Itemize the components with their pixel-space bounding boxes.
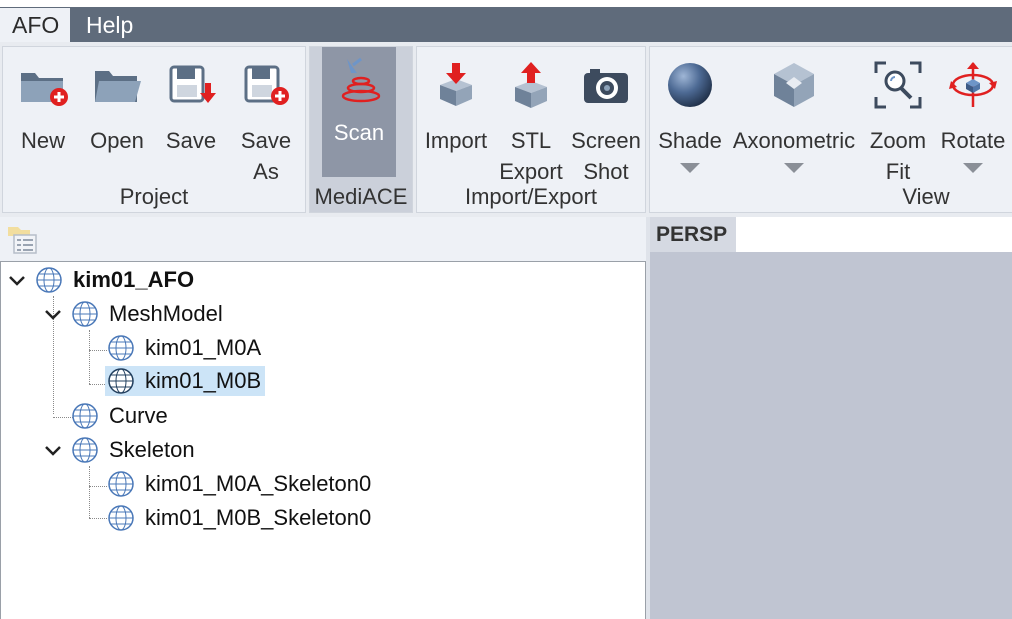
tree-node-curve[interactable]: Curve [71,401,172,431]
tree-node-meshmodel[interactable]: MeshModel [71,299,227,329]
tree-node-label: MeshModel [109,301,223,326]
rotate-label: Rotate [940,128,1006,153]
tree-node-label: Curve [109,403,168,428]
camera-icon [584,69,628,103]
tree-node-m0a[interactable]: kim01_M0A [107,333,265,363]
axonometric-button[interactable]: Axonometric [728,55,860,185]
chevron-down-icon[interactable] [43,305,63,325]
tree-node-label: kim01_M0B [145,368,262,393]
open-label: Open [90,128,144,153]
screen-shot-button[interactable]: Screen Shot [569,55,643,185]
stl-export-button[interactable]: STL Export [495,55,567,185]
open-folder-icon [95,71,141,102]
export-box-icon [515,62,547,108]
globe-mesh-icon [108,471,134,497]
axonometric-cube-icon [774,63,814,107]
tree-node-skeleton[interactable]: Skeleton [71,435,199,465]
save-as-label-line1: Save [240,128,292,153]
ribbon: New Open Save Save As Project Scan MediA… [0,42,1012,217]
axonometric-label: Axonometric [732,128,856,153]
tree-connector [53,417,73,418]
shade-label: Shade [658,128,722,153]
globe-mesh-icon [72,403,98,429]
globe-mesh-icon [72,437,98,463]
globe-mesh-icon [72,301,98,327]
tree-node-label: kim01_AFO [73,267,195,292]
open-button[interactable]: Open [81,55,153,185]
import-button[interactable]: Import [419,55,493,185]
menu-help[interactable]: Help [74,8,145,42]
screen-shot-label-line1: Screen [571,128,641,153]
tree-node-m0b-skeleton[interactable]: kim01_M0B_Skeleton0 [107,503,375,533]
import-box-icon [440,63,472,106]
save-button[interactable]: Save [155,55,227,185]
stl-export-label-line1: STL [510,128,552,153]
tab-persp[interactable]: PERSP [650,217,736,252]
zoom-fit-label-line1: Zoom [869,128,927,153]
tree-node-label: kim01_M0B_Skeleton0 [145,505,372,530]
group-project: New Open Save Save As Project [2,46,306,213]
new-folder-icon [21,73,68,106]
properties-icon[interactable] [6,225,38,255]
scan-button[interactable]: Scan [322,47,396,177]
shade-sphere-icon [668,63,712,107]
new-label: New [20,128,65,153]
tree-node-m0b[interactable]: kim01_M0B [105,366,266,396]
tree-connector [89,518,107,519]
tree-node-root[interactable]: kim01_AFO [35,265,198,295]
stl-export-label-line2: Export [499,159,563,184]
save-as-disk-icon [244,65,289,105]
group-mediace-label: MediACE [314,184,408,209]
rotate-icon [949,62,997,107]
new-button[interactable]: New [7,55,79,185]
zoom-fit-label-line2: Fit [885,159,911,184]
save-label: Save [165,128,217,153]
tree-connector [89,466,90,518]
group-import-export: Import STL Export Screen Shot Import/Exp… [416,46,646,213]
tree-node-m0a-skeleton[interactable]: kim01_M0A_Skeleton0 [107,469,375,499]
group-view-label: View [902,184,950,209]
scan-label: Scan [333,120,385,145]
globe-mesh-icon [108,368,134,394]
menu-afo[interactable]: AFO [0,8,70,42]
3d-viewport[interactable]: PERSP [650,217,1012,619]
save-disk-icon [169,65,216,103]
viewport-tab-strip: PERSP [650,217,1012,252]
rotate-dropdown-arrow-icon[interactable] [963,163,983,173]
globe-mesh-icon [108,505,134,531]
axonometric-dropdown-arrow-icon[interactable] [784,163,804,173]
group-project-label: Project [119,184,189,209]
save-as-label-line2: As [253,159,279,184]
globe-mesh-icon [108,335,134,361]
chevron-down-icon[interactable] [43,441,63,461]
tree-node-label: Skeleton [109,437,195,462]
globe-mesh-icon [36,267,62,293]
shade-dropdown-arrow-icon[interactable] [680,163,700,173]
rotate-button[interactable]: Rotate [936,55,1010,185]
tree-connector [89,350,107,351]
group-view: Shade Axonometric Zoom Fit Rotate View [649,46,1012,213]
tree-connector [89,486,107,487]
window-top-edge [0,0,1012,7]
shade-button[interactable]: Shade [654,55,726,185]
group-import-export-label: Import/Export [464,184,598,209]
chevron-down-icon[interactable] [7,271,27,291]
zoom-fit-icon [874,61,922,109]
save-as-button[interactable]: Save As [229,55,303,185]
tree-node-label: kim01_M0A [145,335,262,360]
zoom-fit-button[interactable]: Zoom Fit [862,55,934,185]
model-tree: kim01_AFO MeshModel kim01_M0A kim01_M0B [0,261,646,619]
group-mediace: Scan MediACE [309,46,413,213]
scan-icon [341,57,381,103]
tree-toolstrip [0,217,646,261]
menu-bar: AFO Help [0,0,1012,42]
tree-connector [89,330,90,384]
tree-node-label: kim01_M0A_Skeleton0 [145,471,372,496]
import-label: Import [424,128,488,153]
screen-shot-label-line2: Shot [583,159,629,184]
